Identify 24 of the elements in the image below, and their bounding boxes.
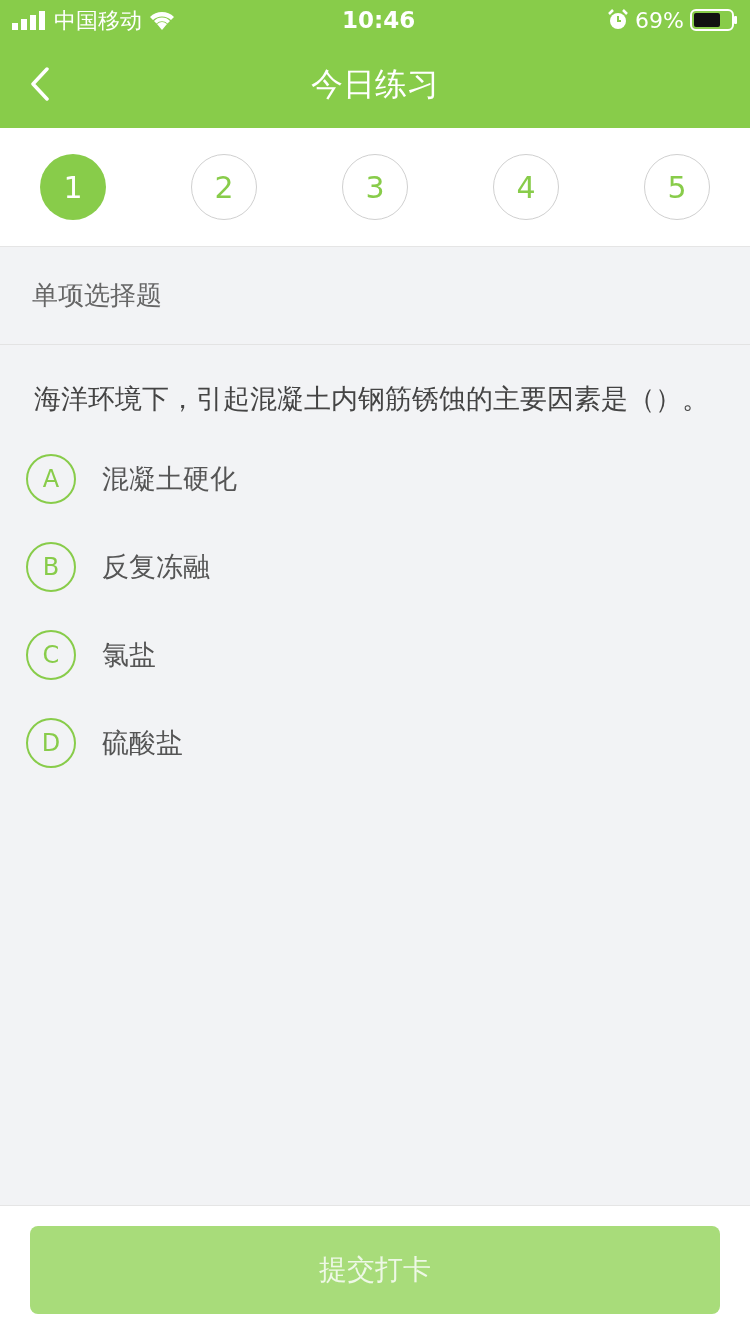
option-text[interactable]: 混凝土硬化 [102, 458, 237, 500]
page-title: 今日练习 [311, 64, 439, 105]
battery-percent: 69% [635, 6, 684, 35]
option-letter[interactable]: A [26, 454, 76, 504]
wifi-icon [148, 9, 176, 31]
battery-icon [690, 9, 738, 31]
question-text: 海洋环境下，引起混凝土内钢筋锈蚀的主要因素是（）。 [33, 382, 710, 416]
alarm-icon [607, 9, 630, 31]
question-number-tab[interactable]: 3 [342, 154, 408, 220]
option-text[interactable]: 硫酸盐 [102, 722, 183, 764]
signal-icon [12, 10, 48, 30]
back-icon [30, 67, 50, 101]
clock-time: 10:46 [342, 5, 416, 35]
question-number-tab[interactable]: 5 [644, 154, 710, 220]
question-number-tab[interactable]: 2 [191, 154, 257, 220]
option-letter[interactable]: C [26, 630, 76, 680]
section-title: 单项选择题 [0, 247, 750, 345]
question-number-tab[interactable]: 4 [493, 154, 559, 220]
question-number-tab[interactable]: 1 [40, 154, 106, 220]
option-text[interactable]: 反复冻融 [102, 546, 210, 588]
carrier-name: 中国移动 [54, 6, 142, 35]
option-letter[interactable]: B [26, 542, 76, 592]
option-text[interactable]: 氯盐 [102, 634, 156, 676]
option-letter[interactable]: D [26, 718, 76, 768]
